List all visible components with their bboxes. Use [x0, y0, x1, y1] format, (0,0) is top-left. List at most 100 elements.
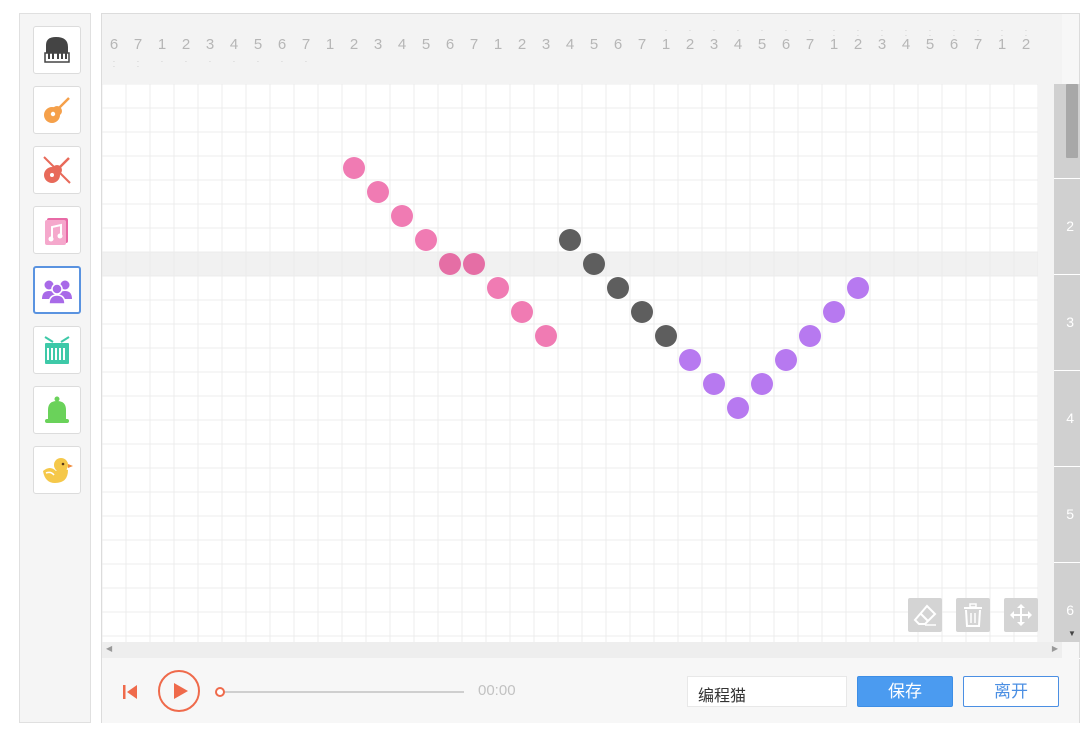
trash-icon — [964, 603, 982, 627]
ruler-note-label: 6 — [277, 36, 287, 53]
measure-marker[interactable]: 4 — [1054, 372, 1080, 467]
piano-icon — [40, 33, 74, 67]
play-icon — [174, 683, 188, 699]
ruler-note-label: 2 — [181, 36, 191, 53]
measure-marker[interactable]: 3 — [1054, 276, 1080, 371]
note-dot[interactable] — [559, 229, 581, 251]
bird-instrument-button[interactable] — [33, 446, 81, 494]
ruler-note-label: 6 — [445, 36, 455, 53]
music-book-instrument-button[interactable] — [33, 206, 81, 254]
note-dot[interactable] — [751, 373, 773, 395]
octave-dot-high: · · — [856, 26, 860, 40]
octave-dot-low: · · — [112, 57, 116, 71]
octave-dot-high: · · — [928, 26, 932, 40]
drum-instrument-button[interactable] — [33, 326, 81, 374]
move-button[interactable] — [1004, 598, 1038, 632]
note-dot[interactable] — [799, 325, 821, 347]
octave-dot-high: · — [664, 26, 668, 35]
octave-dot-low: · · — [136, 57, 140, 71]
choir-icon — [40, 273, 74, 307]
note-dot[interactable] — [367, 181, 389, 203]
note-dot[interactable] — [511, 301, 533, 323]
note-dot[interactable] — [775, 349, 797, 371]
play-button[interactable] — [158, 670, 200, 712]
octave-dot-high: · — [784, 26, 788, 35]
ruler-note-label: 1 — [493, 36, 503, 53]
note-dot[interactable] — [727, 397, 749, 419]
octave-dot-low: · — [160, 57, 164, 66]
vertical-scroll-thumb[interactable] — [1066, 84, 1078, 158]
ruler-note-label: 6 — [613, 36, 623, 53]
choir-instrument-button[interactable] — [33, 266, 81, 314]
ruler-note-label: 3 — [205, 36, 215, 53]
note-grid[interactable] — [102, 84, 1038, 642]
ruler-note-label: 6 — [781, 36, 791, 53]
grid-lines — [102, 84, 1038, 642]
note-dot[interactable] — [391, 205, 413, 227]
save-button[interactable]: 保存 — [857, 676, 953, 707]
note-dot[interactable] — [583, 253, 605, 275]
playback-time: 00:00 — [478, 682, 516, 699]
ruler-note-label: 5 — [757, 36, 767, 53]
note-dot[interactable] — [679, 349, 701, 371]
horizontal-scrollbar[interactable]: ◀ ▶ — [102, 642, 1062, 658]
violin-instrument-button[interactable] — [33, 146, 81, 194]
octave-dot-high: · · — [832, 26, 836, 40]
note-dot[interactable] — [487, 277, 509, 299]
scroll-left-arrow[interactable]: ◀ — [106, 644, 112, 653]
ruler-note-label: 3 — [541, 36, 551, 53]
note-dot[interactable] — [847, 277, 869, 299]
octave-dot-high: · — [736, 26, 740, 35]
note-dot[interactable] — [607, 277, 629, 299]
octave-dot-high: · · — [976, 26, 980, 40]
delete-button[interactable] — [956, 598, 990, 632]
ruler-note-label: 5 — [589, 36, 599, 53]
note-dot[interactable] — [463, 253, 485, 275]
ruler-note-label: 7 — [301, 36, 311, 53]
octave-dot-low: · — [208, 57, 212, 66]
octave-dot-low: · — [256, 57, 260, 66]
ruler-note-label: 6 — [109, 36, 119, 53]
ruler-note-label: 7 — [469, 36, 479, 53]
octave-dot-low: · — [280, 57, 284, 66]
octave-dot-low: · — [232, 57, 236, 66]
restart-icon[interactable] — [122, 684, 138, 700]
note-dot[interactable] — [535, 325, 557, 347]
piano-instrument-button[interactable] — [33, 26, 81, 74]
ruler-note-label: 4 — [397, 36, 407, 53]
guitar-instrument-button[interactable] — [33, 86, 81, 134]
note-dot[interactable] — [439, 253, 461, 275]
measure-marker[interactable]: 2 — [1054, 180, 1080, 275]
scroll-right-arrow[interactable]: ▶ — [1052, 644, 1058, 653]
octave-dot-high: · · — [1000, 26, 1004, 40]
leave-button[interactable]: 离开 — [963, 676, 1059, 707]
scroll-down-arrow[interactable]: ▼ — [1064, 626, 1080, 642]
move-icon — [1010, 604, 1032, 626]
ruler-note-label: 7 — [637, 36, 647, 53]
ruler-note-label: 1 — [661, 36, 671, 53]
note-dot[interactable] — [343, 157, 365, 179]
note-dot[interactable] — [631, 301, 653, 323]
bird-icon — [40, 453, 74, 487]
eraser-button[interactable] — [908, 598, 942, 632]
ruler-note-label: 1 — [325, 36, 335, 53]
instrument-sidebar — [19, 13, 91, 723]
drum-icon — [40, 333, 74, 367]
octave-dot-high: · — [712, 26, 716, 35]
bell-instrument-button[interactable] — [33, 386, 81, 434]
note-dot[interactable] — [415, 229, 437, 251]
measure-marker[interactable]: 5 — [1054, 468, 1080, 563]
ruler-note-label: 2 — [349, 36, 359, 53]
measure-number: 6 — [1066, 602, 1074, 618]
progress-knob[interactable] — [215, 687, 225, 697]
note-dot[interactable] — [823, 301, 845, 323]
octave-dot-low: · — [304, 57, 308, 66]
ruler-note-label: 7 — [133, 36, 143, 53]
note-dot[interactable] — [703, 373, 725, 395]
ruler-note-label: 5 — [421, 36, 431, 53]
bell-icon — [40, 393, 74, 427]
project-name-input[interactable]: 编程猫 — [687, 676, 847, 707]
octave-dot-high: · · — [904, 26, 908, 40]
note-dot[interactable] — [655, 325, 677, 347]
progress-track[interactable] — [218, 691, 464, 693]
